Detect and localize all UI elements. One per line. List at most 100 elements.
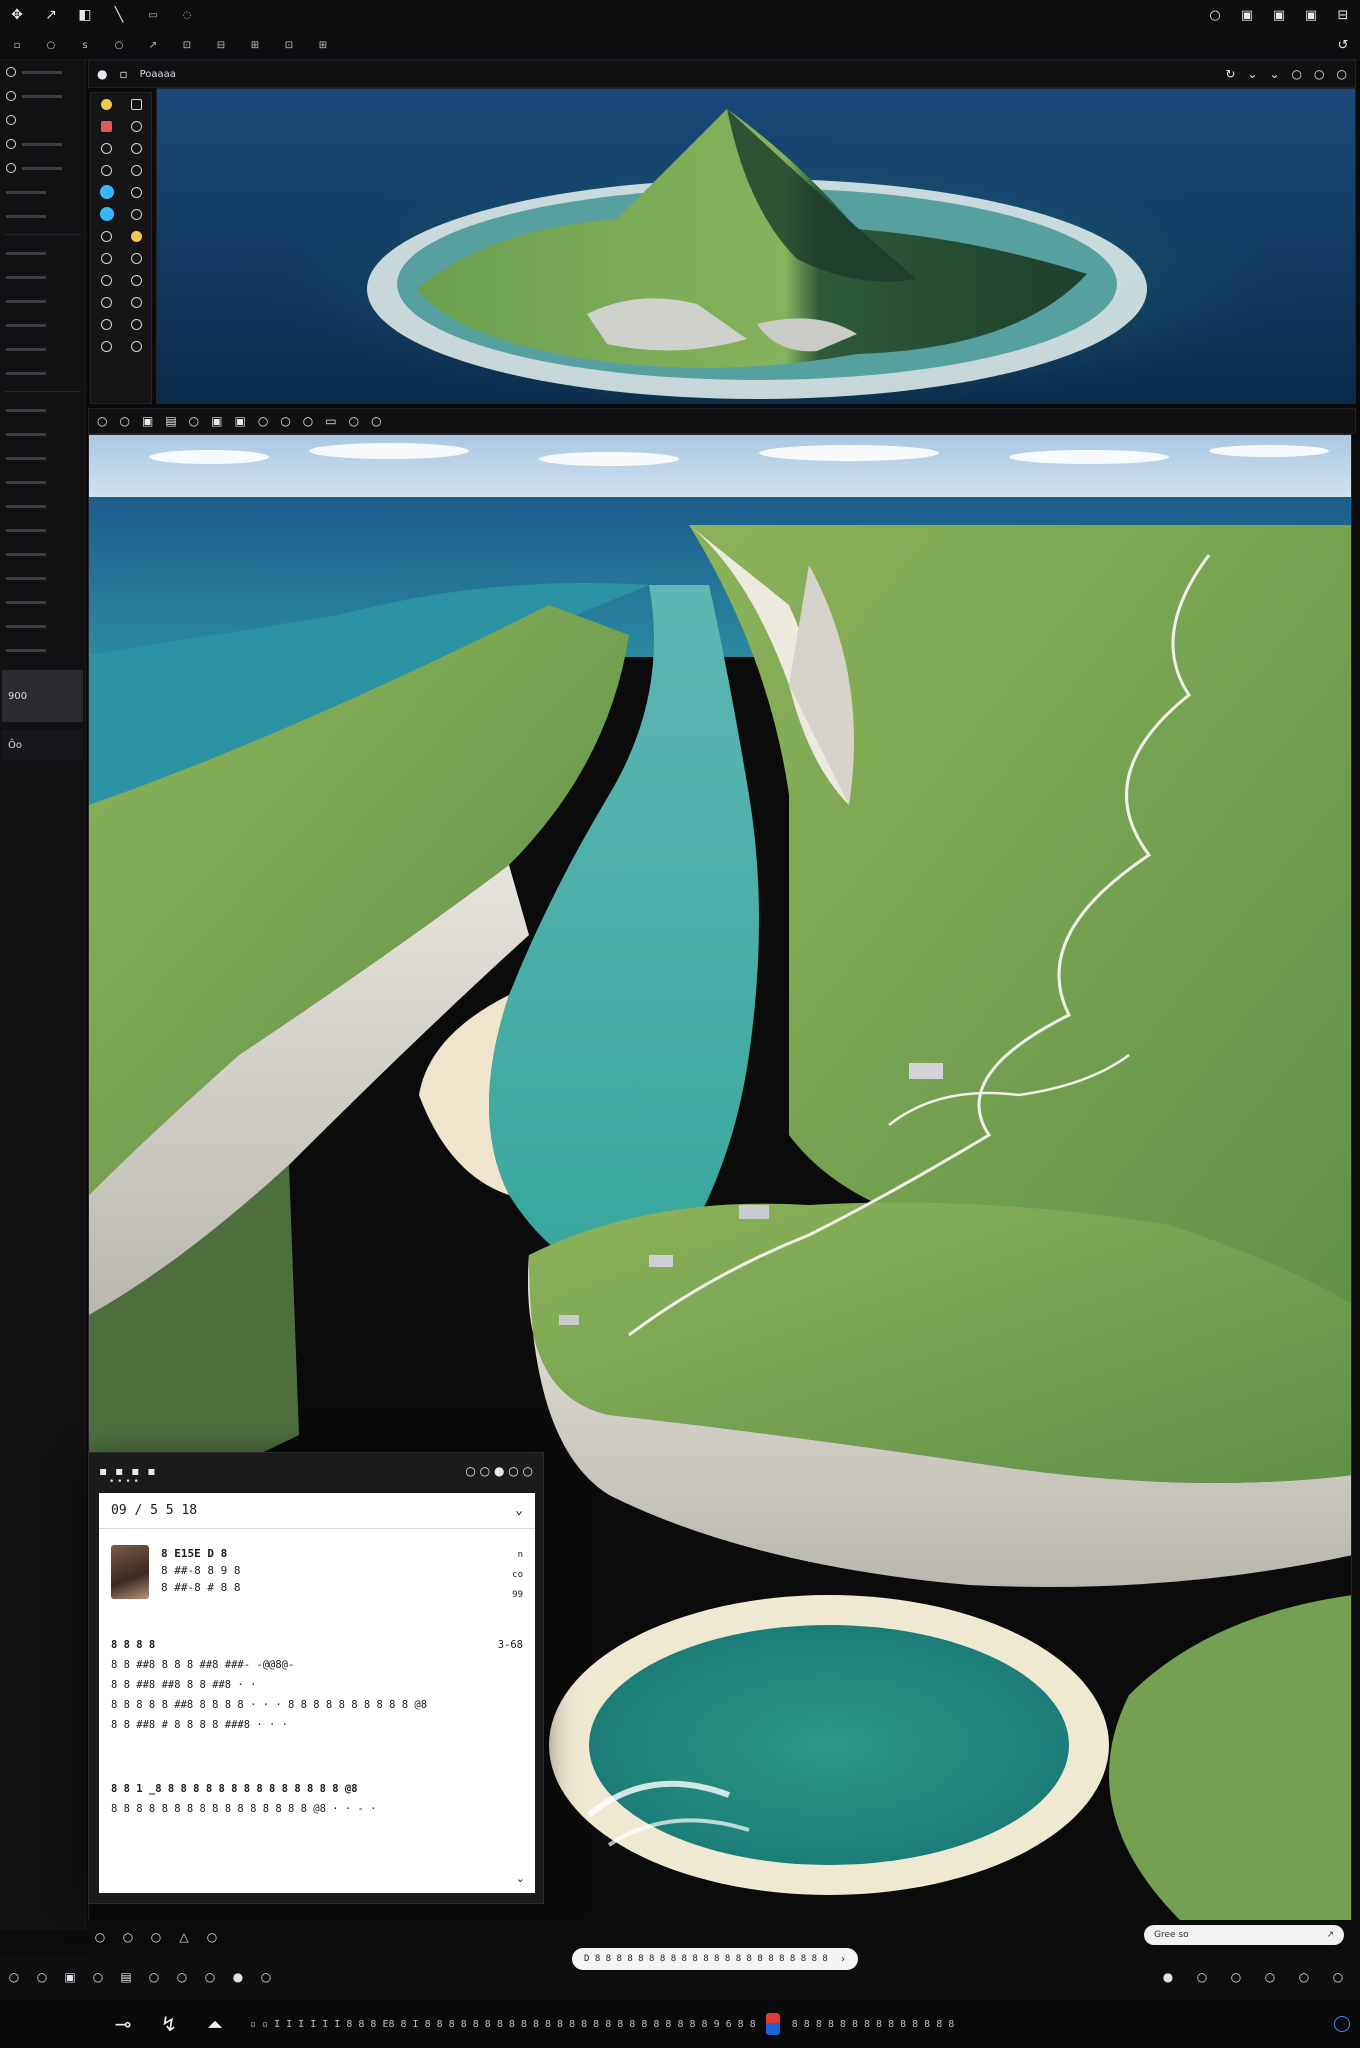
- circle-icon[interactable]: [100, 164, 112, 176]
- circle-icon[interactable]: ○: [28, 1970, 56, 1984]
- search-input[interactable]: D 8 8 8 8 8 8 8 8 8 8 8 8 8 8 8 8 8 8 8 …: [572, 1948, 858, 1970]
- layer-row[interactable]: [0, 108, 85, 132]
- circle-icon[interactable]: ○: [1292, 67, 1302, 81]
- circle-icon[interactable]: ○: [349, 414, 359, 428]
- color-picker-icon[interactable]: [99, 185, 114, 199]
- visibility-icon[interactable]: [6, 115, 16, 125]
- visibility-icon[interactable]: [6, 91, 16, 101]
- layer-row[interactable]: [0, 614, 85, 638]
- option-icon[interactable]: ▫: [0, 40, 34, 51]
- dialog-path-bar[interactable]: 09 / 5 5 18 ⌄: [99, 1493, 535, 1529]
- circle-icon[interactable]: ○: [119, 414, 129, 428]
- circle-icon[interactable]: [130, 120, 142, 132]
- circle-icon[interactable]: ○: [84, 1970, 112, 1984]
- swatch-icon[interactable]: [100, 98, 112, 110]
- layer-row[interactable]: [0, 241, 85, 265]
- option-icon[interactable]: ⊞: [238, 40, 272, 51]
- circle-icon[interactable]: ○: [86, 1930, 114, 1944]
- grid-icon[interactable]: ▣: [1300, 8, 1322, 23]
- menu-icon[interactable]: ⊟: [1332, 8, 1354, 23]
- record-indicator-icon[interactable]: [765, 2013, 780, 2035]
- color-picker-icon[interactable]: [99, 207, 114, 221]
- circle-icon[interactable]: [130, 164, 142, 176]
- layer-group[interactable]: Ôo: [2, 730, 83, 760]
- layer-row[interactable]: [0, 289, 85, 313]
- chevron-down-icon[interactable]: ⌄: [515, 1503, 523, 1518]
- circle-icon[interactable]: ○: [114, 1930, 142, 1944]
- pen-tool-icon[interactable]: ⊸: [100, 2012, 146, 2036]
- circle-icon[interactable]: [130, 252, 142, 264]
- circle-icon[interactable]: [131, 186, 143, 198]
- move-tool-icon[interactable]: ✥: [0, 7, 34, 23]
- undo-icon[interactable]: ↺: [1332, 38, 1354, 53]
- circle-icon[interactable]: [131, 208, 143, 220]
- circle-icon[interactable]: [100, 318, 112, 330]
- layer-row[interactable]: [0, 204, 85, 228]
- layer-row[interactable]: [0, 337, 85, 361]
- circle-icon[interactable]: ○: [303, 414, 313, 428]
- arrow-tool-icon[interactable]: ↗: [34, 7, 68, 23]
- option-icon[interactable]: ⊟: [204, 40, 238, 51]
- frame-icon[interactable]: ▣: [56, 1970, 84, 1984]
- link-tool-icon[interactable]: ◌: [170, 10, 204, 21]
- circle-icon[interactable]: ○: [280, 414, 290, 428]
- option-icon[interactable]: ↗: [136, 40, 170, 51]
- dialog-controls[interactable]: ○ ○ ● ○ ○: [465, 1464, 533, 1478]
- frame-icon[interactable]: ▣: [142, 414, 153, 428]
- circle-icon[interactable]: ○: [1222, 1970, 1250, 1984]
- circle-icon[interactable]: [100, 230, 112, 242]
- layer-group[interactable]: 900: [2, 670, 83, 722]
- layer-row[interactable]: [0, 84, 85, 108]
- chevron-down-icon[interactable]: ⌄: [516, 1872, 525, 1885]
- chevron-right-icon[interactable]: ›: [840, 1954, 846, 1965]
- circle-icon[interactable]: ○: [189, 414, 199, 428]
- expand-icon[interactable]: ↗: [1326, 1930, 1334, 1940]
- layer-row[interactable]: [0, 446, 85, 470]
- circle-icon[interactable]: ○: [252, 1970, 280, 1984]
- circle-icon[interactable]: ○: [371, 414, 381, 428]
- layer-row[interactable]: [0, 518, 85, 542]
- circle-icon[interactable]: [100, 252, 112, 264]
- circle-icon[interactable]: [130, 296, 142, 308]
- circle-icon[interactable]: [130, 142, 142, 154]
- swatch-icon[interactable]: [130, 230, 142, 242]
- layer-row[interactable]: [0, 542, 85, 566]
- circle-icon[interactable]: [130, 274, 142, 286]
- circle-icon[interactable]: ○: [142, 1930, 170, 1944]
- frame-tool-icon[interactable]: ▭: [136, 10, 170, 21]
- layer-row[interactable]: [0, 398, 85, 422]
- option-icon[interactable]: s: [68, 40, 102, 51]
- circle-icon[interactable]: ○: [97, 414, 107, 428]
- circle-icon[interactable]: [100, 296, 112, 308]
- circle-icon[interactable]: ○: [1290, 1970, 1318, 1984]
- circle-icon[interactable]: [100, 274, 112, 286]
- circle-icon[interactable]: ○: [1337, 67, 1347, 81]
- circle-icon[interactable]: ○: [140, 1970, 168, 1984]
- circle-icon[interactable]: ○: [1324, 1970, 1352, 1984]
- option-icon[interactable]: ○: [102, 40, 136, 51]
- camera-icon[interactable]: ●: [97, 67, 107, 81]
- panel-icon[interactable]: ▣: [1236, 8, 1258, 23]
- zoom-field[interactable]: Gree so ↗: [1144, 1925, 1344, 1945]
- layer-row[interactable]: [0, 422, 85, 446]
- brush-tool-icon[interactable]: ╲: [102, 7, 136, 23]
- square-icon[interactable]: [130, 98, 142, 110]
- visibility-icon[interactable]: [6, 163, 16, 173]
- circle-icon[interactable]: ○: [1256, 1970, 1284, 1984]
- layer-row[interactable]: [0, 313, 85, 337]
- lasso-tool-icon[interactable]: ↯: [146, 2012, 192, 2036]
- select-tool-icon[interactable]: ◧: [68, 7, 102, 23]
- circle-icon[interactable]: ○: [258, 414, 268, 428]
- frame-icon[interactable]: ▣: [234, 414, 245, 428]
- layer-row[interactable]: [0, 132, 85, 156]
- layers-icon[interactable]: ▤: [112, 1970, 140, 1984]
- circle-icon[interactable]: [100, 340, 112, 352]
- shape-tool-icon[interactable]: ⏶: [192, 2012, 238, 2036]
- option-icon[interactable]: ⊡: [272, 40, 306, 51]
- layer-row[interactable]: [0, 470, 85, 494]
- circle-icon[interactable]: ○: [0, 1970, 28, 1984]
- circle-icon[interactable]: [130, 318, 142, 330]
- circle-icon[interactable]: ○: [198, 1930, 226, 1944]
- record-icon[interactable]: ●: [1154, 1970, 1182, 1984]
- circle-icon[interactable]: ○: [196, 1970, 224, 1984]
